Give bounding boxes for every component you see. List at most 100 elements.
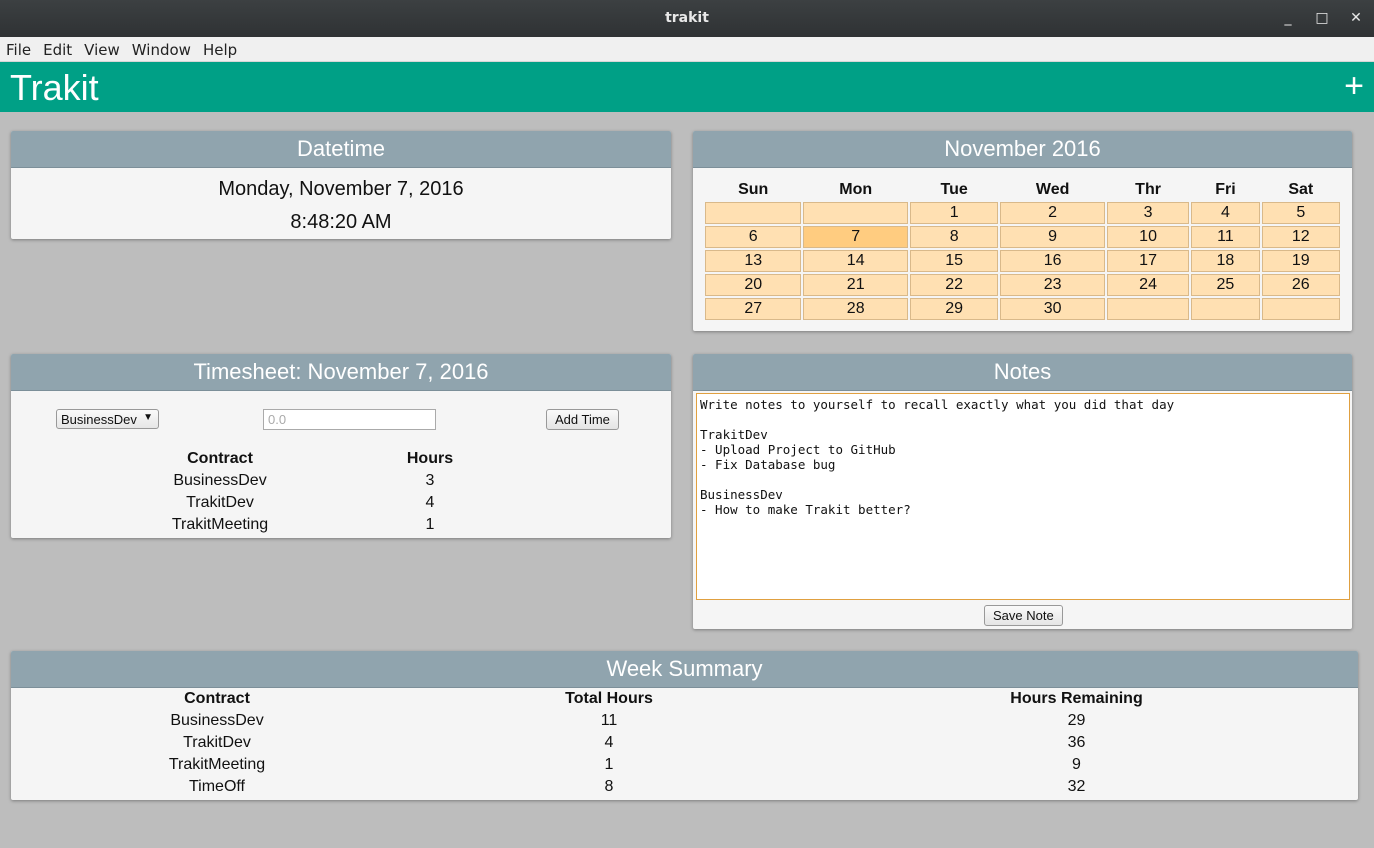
calendar-day[interactable]: 19 — [1261, 250, 1340, 272]
column-header: Hours — [406, 450, 454, 467]
contract-cell: TrakitDev — [183, 734, 251, 751]
calendar-week-row: 12345 — [705, 202, 1340, 224]
calendar-day[interactable]: 7 — [803, 226, 908, 248]
calendar-day[interactable]: 18 — [1191, 250, 1260, 272]
table-row: TrakitDev 4 36 — [11, 732, 1358, 754]
contract-cell: BusinessDev — [173, 472, 267, 489]
timesheet-controls: BusinessDev ▼ Add Time — [11, 391, 671, 447]
contract-select[interactable]: BusinessDev ▼ — [56, 409, 159, 429]
hours-cell: 4 — [425, 494, 435, 511]
notes-textarea[interactable]: Write notes to yourself to recall exactl… — [696, 393, 1350, 600]
menu-view[interactable]: View — [78, 37, 126, 59]
calendar-day[interactable]: 11 — [1191, 226, 1260, 248]
day-header: Thr — [1135, 181, 1161, 198]
save-note-button[interactable]: Save Note — [984, 605, 1063, 626]
add-time-button[interactable]: Add Time — [546, 409, 619, 430]
notes-heading: Notes — [693, 354, 1352, 391]
menu-window[interactable]: Window — [126, 37, 197, 59]
contract-select-value: BusinessDev — [61, 412, 137, 427]
calendar-day[interactable]: 2 — [1000, 202, 1105, 224]
calendar-day[interactable]: 5 — [1261, 202, 1340, 224]
calendar-day[interactable]: 24 — [1106, 274, 1190, 296]
calendar-day[interactable]: 20 — [705, 274, 802, 296]
contract-cell: TimeOff — [188, 778, 245, 795]
day-header: Sun — [738, 181, 769, 198]
timesheet-card: Timesheet: November 7, 2016 BusinessDev … — [11, 354, 671, 538]
hours-input[interactable] — [263, 409, 436, 430]
calendar-day-empty — [1261, 298, 1340, 320]
calendar-day[interactable]: 16 — [1000, 250, 1105, 272]
contract-cell: BusinessDev — [170, 712, 264, 729]
column-header: Total Hours — [565, 690, 653, 707]
calendar-day[interactable]: 4 — [1191, 202, 1260, 224]
calendar-day[interactable]: 27 — [705, 298, 802, 320]
current-time: 8:48:20 AM — [290, 211, 392, 233]
calendar-day-empty — [1191, 298, 1260, 320]
calendar-grid: Sun Mon Tue Wed Thr Fri Sat 1 2 3 4 5 6 7 8 9 10 1… — [703, 178, 1342, 322]
calendar-day[interactable]: 1 — [909, 202, 999, 224]
calendar-week-row: 20 21 22 23 24 25 26 — [705, 274, 1340, 296]
total-hours-cell: 4 — [604, 734, 614, 751]
day-header: Wed — [1035, 181, 1070, 198]
calendar-week-row: 27 28 29 30 — [705, 298, 1340, 320]
calendar-day[interactable]: 8 — [909, 226, 999, 248]
calendar-day[interactable]: 12 — [1261, 226, 1340, 248]
day-header: Tue — [940, 181, 968, 198]
calendar-day[interactable]: 6 — [705, 226, 802, 248]
calendar-day[interactable]: 10 — [1106, 226, 1190, 248]
hours-remaining-cell: 32 — [1067, 778, 1086, 795]
calendar-day-empty — [803, 202, 908, 224]
close-icon[interactable]: ✕ — [1346, 8, 1366, 28]
contract-cell: TrakitMeeting — [168, 756, 266, 773]
table-row: TimeOff 8 32 — [11, 776, 1358, 798]
column-header: Contract — [187, 450, 253, 467]
app-brand: Trakit — [10, 67, 99, 108]
hours-cell: 3 — [425, 472, 435, 489]
notes-card: Notes Write notes to yourself to recall … — [693, 354, 1352, 629]
total-hours-cell: 8 — [604, 778, 614, 795]
timesheet-heading: Timesheet: November 7, 2016 — [11, 354, 671, 391]
calendar-day[interactable]: 17 — [1106, 250, 1190, 272]
calendar-day[interactable]: 23 — [1000, 274, 1105, 296]
menu-file[interactable]: File — [0, 37, 37, 59]
add-icon[interactable]: + — [1344, 66, 1364, 106]
calendar-day[interactable]: 28 — [803, 298, 908, 320]
calendar-day[interactable]: 22 — [909, 274, 999, 296]
calendar-day[interactable]: 25 — [1191, 274, 1260, 296]
total-hours-cell: 1 — [604, 756, 614, 773]
calendar-day-empty — [705, 202, 802, 224]
day-header: Sat — [1288, 181, 1314, 198]
calendar-day-empty — [1106, 298, 1190, 320]
menu-edit[interactable]: Edit — [37, 37, 78, 59]
day-header: Fri — [1215, 181, 1236, 198]
app-bar: Trakit + — [0, 62, 1374, 112]
timesheet-table: Contract Hours BusinessDev 3 TrakitDev 4 Tra… — [111, 448, 531, 536]
menu-help[interactable]: Help — [197, 37, 243, 59]
calendar-day[interactable]: 21 — [803, 274, 908, 296]
calendar-day[interactable]: 3 — [1106, 202, 1190, 224]
total-hours-cell: 11 — [600, 712, 618, 729]
datetime-card: Datetime Monday, November 7, 2016 8:48:2… — [11, 131, 671, 239]
caret-down-icon: ▼ — [143, 412, 153, 423]
minimize-icon[interactable]: _ — [1278, 8, 1298, 28]
week-summary-table: Contract Total Hours Hours Remaining Bus… — [11, 688, 1358, 798]
calendar-day[interactable]: 13 — [705, 250, 802, 272]
calendar-day[interactable]: 26 — [1261, 274, 1340, 296]
calendar-week-row: 6 7 8 9 10 11 12 — [705, 226, 1340, 248]
current-date: Monday, November 7, 2016 — [218, 178, 464, 200]
calendar-day[interactable]: 15 — [909, 250, 999, 272]
calendar-week-row: 13 14 15 16 17 18 19 — [705, 250, 1340, 272]
calendar-day[interactable]: 14 — [803, 250, 908, 272]
hours-cell: 1 — [425, 516, 435, 533]
column-header: Hours Remaining — [1010, 690, 1143, 707]
week-summary-heading: Week Summary — [11, 651, 1358, 688]
table-row: TrakitDev 4 — [111, 492, 531, 514]
contract-cell: TrakitDev — [186, 494, 254, 511]
maximize-icon[interactable]: □ — [1312, 8, 1332, 28]
column-header: Contract — [184, 690, 250, 707]
hours-remaining-cell: 29 — [1067, 712, 1086, 729]
calendar-day[interactable]: 29 — [909, 298, 999, 320]
calendar-day[interactable]: 30 — [1000, 298, 1105, 320]
calendar-heading: November 2016 — [693, 131, 1352, 168]
calendar-day[interactable]: 9 — [1000, 226, 1105, 248]
